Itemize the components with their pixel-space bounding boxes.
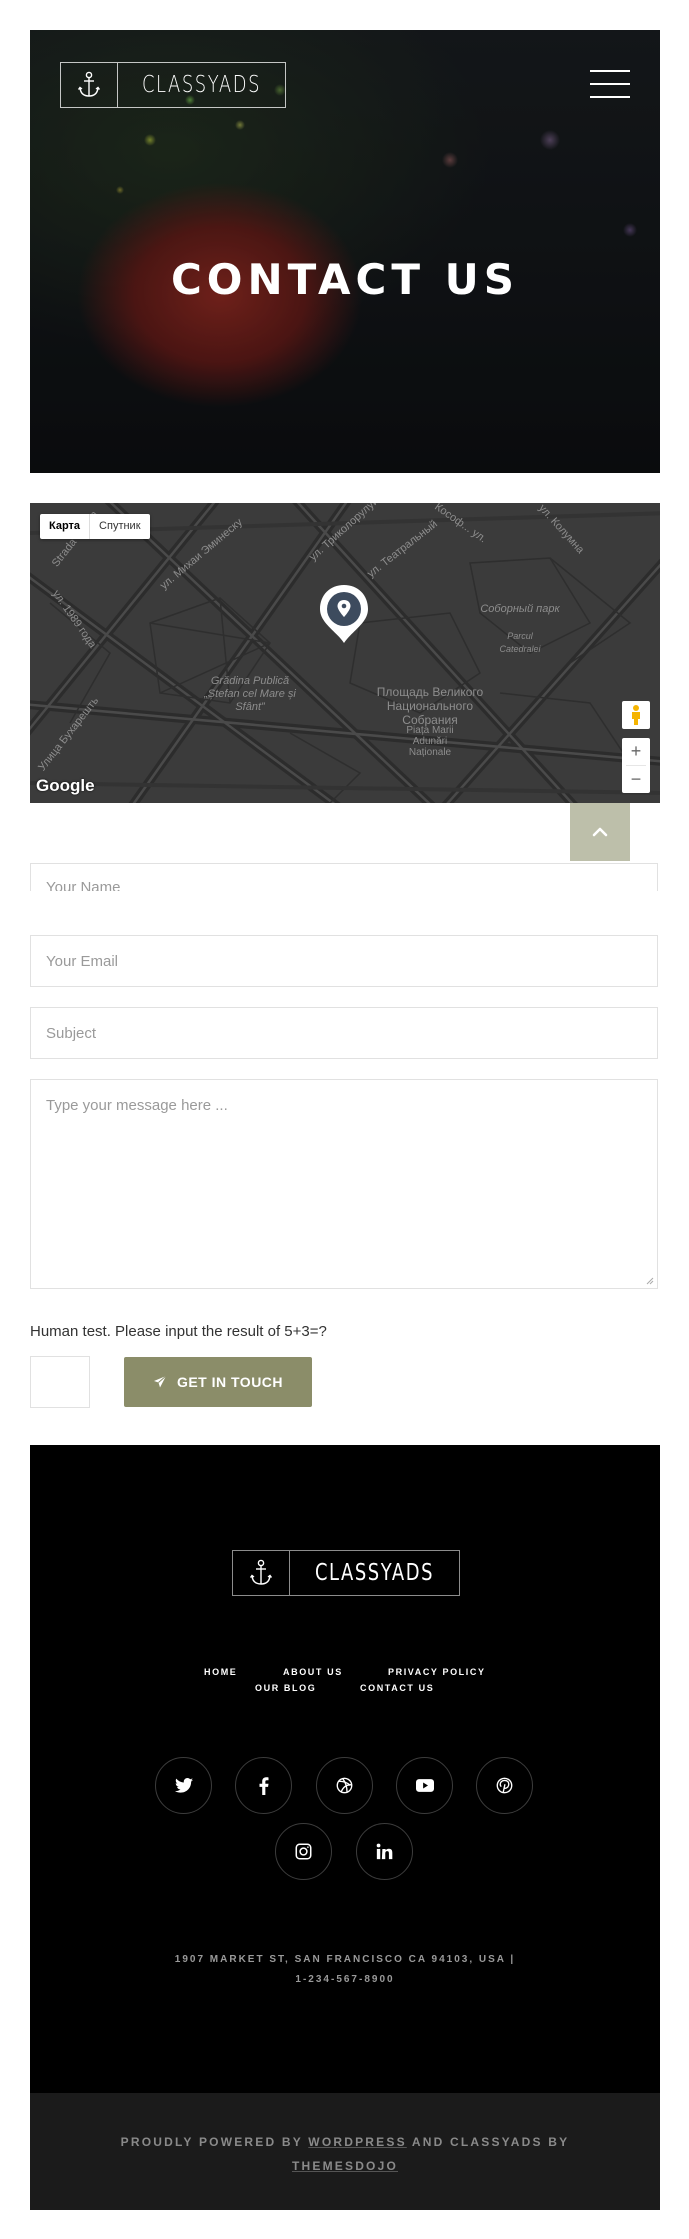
youtube-icon[interactable] [396,1757,453,1814]
hero-banner: CLASSYADS CONTACT US [30,30,660,473]
map-label: Piața Marii Adunări Naționale [406,725,454,758]
twitter-icon[interactable] [155,1757,212,1814]
footer-nav-about[interactable]: ABOUT US [283,1667,343,1677]
map-type-satellite[interactable]: Спутник [90,514,149,539]
google-logo[interactable]: Google [36,776,95,796]
map-pin-icon[interactable] [318,583,370,650]
address-line: 1907 MARKET ST, SAN FRANCISCO CA 94103, … [174,1954,516,1965]
map-zoom-controls[interactable]: + − [622,738,650,793]
dribbble-icon[interactable] [316,1757,373,1814]
google-map[interactable]: Карта Спутник Strada Stefan ул. 1989 год… [30,503,660,803]
copyright-prefix: PROUDLY POWERED BY [120,2135,303,2149]
submit-label: GET IN TOUCH [176,1374,284,1390]
scroll-to-top-button[interactable] [570,803,630,861]
map-label: Площадь Великого Национального Собрания [376,685,484,727]
copyright-text: PROUDLY POWERED BY WORDPRESS AND CLASSYA… [30,2130,660,2178]
anchor-icon [61,63,118,107]
footer-address: 1907 MARKET ST, SAN FRANCISCO CA 94103, … [30,1950,660,1990]
footer-nav-blog[interactable]: OUR BLOG [255,1683,316,1693]
message-placeholder: Type your message here ... [46,1097,228,1114]
footer-logo[interactable]: CLASSYADS [232,1550,460,1596]
menu-icon[interactable] [590,70,630,98]
paper-plane-icon [153,1375,167,1388]
copyright-middle: AND CLASSYADS BY [411,2135,570,2149]
site-logo[interactable]: CLASSYADS [60,62,286,108]
footer-brand-name: CLASSYADS [314,1560,435,1586]
footer: CLASSYADS HOME ABOUT US PRIVACY POLICY O… [30,1445,660,2093]
human-test-input[interactable] [30,1356,90,1408]
get-in-touch-button[interactable]: GET IN TOUCH [124,1357,312,1407]
message-field[interactable]: Type your message here ... [30,1079,658,1289]
map-label: Parcul Catedralei [499,631,541,654]
resize-handle-icon[interactable] [646,1277,654,1285]
footer-nav-home[interactable]: HOME [204,1667,237,1677]
copyright-bar: PROUDLY POWERED BY WORDPRESS AND CLASSYA… [30,2093,660,2210]
brand-name: CLASSYADS [141,72,262,98]
footer-nav-privacy[interactable]: PRIVACY POLICY [388,1667,486,1677]
email-field[interactable]: Your Email [30,935,658,987]
chevron-up-icon [592,827,608,837]
anchor-icon [233,1551,290,1595]
zoom-out-icon[interactable]: − [622,766,650,793]
map-label: Grădina Publică „Ștefan cel Mare și Sfân… [204,675,296,713]
zoom-in-icon[interactable]: + [622,738,650,765]
map-type-map[interactable]: Карта [40,514,91,539]
page-title: CONTACT US [170,255,520,304]
human-test-label: Human test. Please input the result of 5… [30,1323,327,1340]
wordpress-link[interactable]: WORDPRESS [308,2135,406,2149]
map-label: Соборный парк [480,603,560,615]
linkedin-icon[interactable] [356,1823,413,1880]
facebook-icon[interactable] [235,1757,292,1814]
phone-number[interactable]: 1-234-567-8900 [30,1970,660,1990]
themesdojo-link[interactable]: THEMESDOJO [292,2159,398,2173]
subject-field[interactable]: Subject [30,1007,658,1059]
footer-nav-contact[interactable]: CONTACT US [360,1683,434,1693]
street-view-pegman-icon[interactable] [622,701,650,729]
map-streets [30,503,660,803]
map-type-toggle[interactable]: Карта Спутник [40,514,150,539]
instagram-icon[interactable] [275,1823,332,1880]
name-field[interactable]: Your Name [30,863,658,891]
pinterest-icon[interactable] [476,1757,533,1814]
